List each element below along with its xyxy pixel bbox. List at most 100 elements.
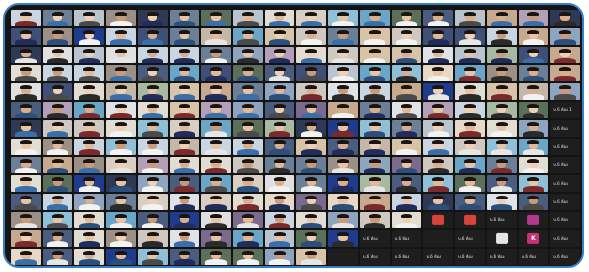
participant-video-tile[interactable] [233, 101, 263, 119]
participant-video-tile[interactable] [201, 211, 232, 229]
participant-video-tile[interactable] [391, 120, 422, 137]
participant-video-tile[interactable] [137, 28, 168, 45]
participant-video-tile[interactable] [486, 83, 517, 100]
participant-camera-off-tile[interactable]: บ.6 ห้อง [550, 211, 580, 229]
participant-camera-off-tile[interactable]: บ.6 ห้อง [518, 248, 549, 265]
participant-video-tile[interactable] [74, 156, 105, 174]
participant-video-tile[interactable] [11, 83, 41, 100]
participant-video-tile[interactable] [455, 193, 485, 210]
participant-video-tile[interactable] [328, 10, 358, 27]
participant-video-tile[interactable] [296, 120, 327, 137]
participant-camera-off-tile[interactable]: บ.6 ห้อง [550, 138, 580, 155]
participant-video-tile[interactable] [518, 28, 549, 45]
participant-video-tile[interactable] [106, 230, 136, 247]
participant-video-tile[interactable] [391, 156, 422, 174]
participant-video-tile[interactable] [264, 120, 295, 137]
participant-video-tile[interactable] [518, 83, 549, 100]
participant-video-tile[interactable] [264, 46, 295, 64]
participant-video-tile[interactable] [137, 65, 168, 82]
participant-video-tile[interactable] [137, 193, 168, 210]
participant-video-tile[interactable] [106, 46, 136, 64]
participant-video-tile[interactable] [233, 193, 263, 210]
participant-camera-off-tile[interactable]: บ.6 ห้อง [359, 230, 390, 247]
participant-camera-off-tile[interactable]: บ.6 ห้อง [550, 120, 580, 137]
participant-video-tile[interactable] [106, 211, 136, 229]
participant-video-tile[interactable] [137, 101, 168, 119]
participant-video-tile[interactable] [359, 101, 390, 119]
participant-video-tile[interactable] [486, 156, 517, 174]
participant-video-tile[interactable] [486, 120, 517, 137]
participant-video-tile[interactable] [137, 211, 168, 229]
participant-camera-off-tile[interactable]: บ.6 ห้อง [486, 211, 517, 229]
participant-video-tile[interactable] [359, 120, 390, 137]
participant-video-tile[interactable] [11, 193, 41, 210]
participant-video-tile[interactable] [391, 138, 422, 155]
participant-video-tile[interactable] [137, 230, 168, 247]
participant-camera-off-tile[interactable]: บ.6 ห้อง [391, 248, 422, 265]
participant-video-tile[interactable] [423, 10, 454, 27]
participant-video-tile[interactable] [264, 101, 295, 119]
participant-video-tile[interactable] [359, 83, 390, 100]
participant-video-tile[interactable] [106, 120, 136, 137]
participant-video-tile[interactable] [233, 211, 263, 229]
participant-video-tile[interactable] [169, 175, 200, 192]
participant-video-tile[interactable] [423, 101, 454, 119]
participant-video-tile[interactable] [518, 138, 549, 155]
participant-video-tile[interactable] [42, 138, 73, 155]
participant-video-tile[interactable] [423, 46, 454, 64]
participant-video-tile[interactable] [11, 138, 41, 155]
participant-video-tile[interactable] [264, 175, 295, 192]
participant-video-tile[interactable] [518, 156, 549, 174]
participant-video-tile[interactable] [137, 46, 168, 64]
participant-video-tile[interactable] [359, 156, 390, 174]
participant-video-tile[interactable] [391, 83, 422, 100]
participant-video-tile[interactable] [74, 175, 105, 192]
participant-video-tile[interactable] [106, 10, 136, 27]
participant-video-tile[interactable] [233, 83, 263, 100]
participant-video-tile[interactable] [11, 120, 41, 137]
participant-avatar-tile[interactable] [455, 211, 485, 229]
participant-video-tile[interactable] [296, 175, 327, 192]
participant-video-tile[interactable] [42, 10, 73, 27]
participant-video-tile[interactable] [42, 101, 73, 119]
participant-video-tile[interactable] [423, 193, 454, 210]
participant-video-tile[interactable] [201, 156, 232, 174]
participant-video-tile[interactable] [264, 193, 295, 210]
participant-video-tile[interactable] [11, 28, 41, 45]
participant-video-tile[interactable] [518, 65, 549, 82]
participant-video-tile[interactable] [201, 120, 232, 137]
participant-video-tile[interactable] [233, 28, 263, 45]
participant-video-tile[interactable] [233, 120, 263, 137]
participant-video-tile[interactable] [550, 28, 580, 45]
participant-video-tile[interactable] [296, 46, 327, 64]
participant-video-tile[interactable] [201, 83, 232, 100]
participant-video-tile[interactable] [423, 138, 454, 155]
participant-video-tile[interactable] [296, 101, 327, 119]
participant-video-tile[interactable] [296, 138, 327, 155]
participant-video-tile[interactable] [74, 10, 105, 27]
participant-video-tile[interactable] [11, 46, 41, 64]
participant-video-tile[interactable] [486, 10, 517, 27]
participant-video-tile[interactable] [11, 248, 41, 265]
participant-video-tile[interactable] [169, 101, 200, 119]
participant-video-tile[interactable] [550, 46, 580, 64]
participant-camera-off-tile[interactable]: บ.6 ห้อง [455, 230, 485, 247]
participant-video-tile[interactable] [169, 230, 200, 247]
participant-video-tile[interactable] [106, 248, 136, 265]
participant-video-tile[interactable] [201, 175, 232, 192]
participant-video-tile[interactable] [518, 193, 549, 210]
participant-video-tile[interactable] [169, 65, 200, 82]
participant-video-tile[interactable] [106, 83, 136, 100]
participant-video-tile[interactable] [423, 65, 454, 82]
participant-video-tile[interactable] [42, 156, 73, 174]
participant-video-tile[interactable] [169, 120, 200, 137]
participant-video-tile[interactable] [486, 46, 517, 64]
participant-video-tile[interactable] [391, 211, 422, 229]
participant-video-tile[interactable] [233, 175, 263, 192]
participant-video-tile[interactable] [264, 230, 295, 247]
participant-camera-off-tile[interactable]: บ.6 ห้อง [550, 156, 580, 174]
participant-camera-off-tile[interactable]: บ.6 ห้อง [359, 248, 390, 265]
participant-video-tile[interactable] [391, 193, 422, 210]
participant-video-tile[interactable] [359, 193, 390, 210]
participant-camera-off-tile[interactable]: บ.6 ห้อง 1 [550, 101, 580, 119]
